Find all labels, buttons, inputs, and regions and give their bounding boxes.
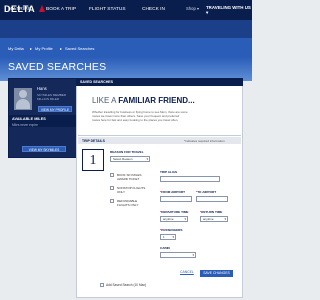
breadcrumb-my-profile[interactable]: My Profile bbox=[35, 46, 53, 51]
profile-name: Hans bbox=[37, 86, 47, 91]
avatar-head bbox=[19, 90, 27, 98]
save-changes-button[interactable]: SAVE CHANGES bbox=[200, 270, 233, 277]
nav-check-in[interactable]: CHECK IN bbox=[142, 7, 165, 12]
breadcrumb-saved-searches: Saved Searches bbox=[65, 46, 95, 51]
refundable-label: REFUNDABLE FLIGHTS ONLY bbox=[117, 199, 139, 207]
shop-menu[interactable]: Shop ▾ bbox=[186, 6, 199, 11]
widget-icon bbox=[39, 5, 45, 12]
to-airport-label: *TO AIRPORT bbox=[196, 190, 217, 194]
panel-header-title: SAVED SEARCHES bbox=[80, 80, 114, 84]
from-airport-input[interactable] bbox=[160, 196, 192, 202]
return-time-label: *RETURN TIME bbox=[200, 210, 223, 214]
breadcrumb-my-delta[interactable]: My Delta bbox=[8, 46, 24, 51]
chevron-down-icon: ▾ bbox=[192, 253, 194, 257]
page-title: SAVED SEARCHES bbox=[8, 61, 107, 73]
miles-title: AVAILABLE MILES bbox=[12, 117, 46, 121]
intro-line-3: routes here for fast and easy booking to… bbox=[92, 118, 179, 122]
headline-bold: FAMILIAR FRIEND... bbox=[118, 96, 195, 105]
reason-value: Select Reason bbox=[113, 157, 133, 161]
add-saved-search-label: Add Saved Search (10 Max) bbox=[106, 283, 147, 287]
view-profile-button[interactable]: VIEW MY PROFILE bbox=[38, 106, 72, 112]
refundable-checkbox[interactable] bbox=[110, 199, 114, 203]
nav-flight-status[interactable]: FLIGHT STATUS bbox=[89, 7, 126, 12]
return-time-select[interactable]: anytime ▾ bbox=[200, 216, 228, 222]
reason-select[interactable]: Select Reason ▾ bbox=[110, 156, 150, 162]
traveling-with-us-menu[interactable]: TRAVELING WITH US ▾ bbox=[206, 5, 252, 16]
view-skymiles-button[interactable]: VIEW MY SKYMILES bbox=[22, 146, 66, 152]
passengers-label: *PASSENGERS bbox=[160, 228, 183, 232]
chevron-down-icon: ▾ bbox=[224, 217, 226, 221]
passengers-value: 1 bbox=[163, 235, 165, 239]
headline-light: LIKE A bbox=[92, 96, 119, 105]
chevron-down-icon: ▾ bbox=[172, 235, 174, 239]
chevron-down-icon: ▾ bbox=[184, 217, 186, 221]
divider bbox=[78, 135, 241, 136]
chevron-down-icon: ▾ bbox=[146, 157, 148, 161]
headline: LIKE A FAMILIAR FRIEND... bbox=[92, 96, 195, 105]
departure-time-label: *DEPARTURE TIME bbox=[160, 210, 189, 214]
from-airport-label: *FROM AIRPORT bbox=[160, 190, 185, 194]
nonstop-label: NONSTOP FLIGHTS ONLY bbox=[117, 186, 146, 194]
main-nav bbox=[0, 20, 252, 38]
chevron-right-icon: ▸ bbox=[30, 46, 33, 51]
cabin-label: CABIN bbox=[160, 246, 170, 250]
cabin-select[interactable]: ▾ bbox=[160, 252, 196, 258]
to-airport-input[interactable] bbox=[196, 196, 228, 202]
nonstop-checkbox[interactable] bbox=[110, 186, 114, 190]
trip-alias-input[interactable] bbox=[160, 176, 220, 182]
required-note: *Indicates required information bbox=[184, 139, 225, 143]
nav-my-trips[interactable]: MY TRIPS bbox=[8, 7, 30, 12]
departure-time-select[interactable]: anytime ▾ bbox=[160, 216, 188, 222]
step-number: 1 bbox=[82, 149, 104, 171]
chevron-right-icon: ▸ bbox=[60, 46, 63, 51]
reason-label: REASON FOR TRAVEL bbox=[110, 150, 144, 154]
award-ticket-checkbox[interactable] bbox=[110, 173, 114, 177]
miles-subtitle: Miles never expire bbox=[12, 123, 38, 127]
return-time-value: anytime bbox=[203, 217, 214, 221]
award-ticket-label: BOOK SKYMILES AWARD TICKET bbox=[117, 173, 142, 181]
departure-time-value: anytime bbox=[163, 217, 174, 221]
nav-book-a-trip[interactable]: BOOK A TRIP bbox=[46, 7, 76, 12]
profile-tier: MILLION MILER bbox=[37, 97, 60, 101]
trip-details-title: TRIP DETAILS bbox=[82, 139, 105, 143]
trip-alias-label: TRIP ALIAS bbox=[160, 170, 178, 174]
passengers-select[interactable]: 1 ▾ bbox=[160, 234, 176, 240]
add-saved-search-checkbox[interactable] bbox=[100, 283, 104, 287]
avatar-body bbox=[16, 99, 30, 109]
cancel-button[interactable]: CANCEL bbox=[180, 270, 194, 274]
